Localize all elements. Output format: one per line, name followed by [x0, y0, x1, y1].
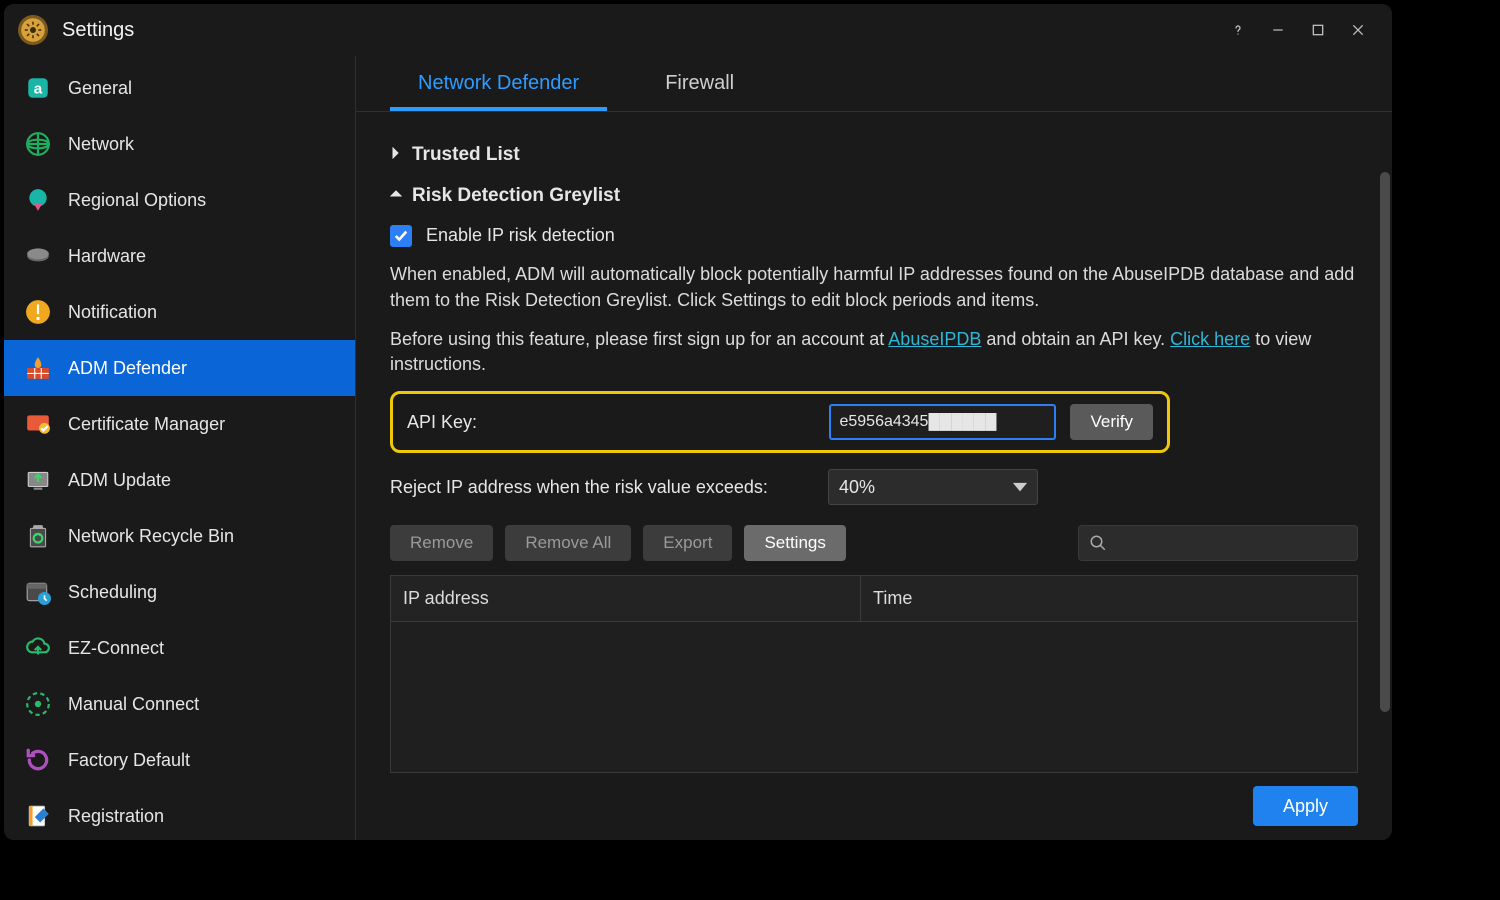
- sidebar-item-label: Notification: [68, 302, 157, 323]
- search-box[interactable]: [1078, 525, 1358, 561]
- section-risk-greylist[interactable]: Risk Detection Greylist: [390, 183, 1358, 210]
- scrollbar[interactable]: [1380, 172, 1390, 712]
- sidebar-item-label: Scheduling: [68, 582, 157, 603]
- verify-button[interactable]: Verify: [1070, 404, 1153, 440]
- sidebar-item-label: Certificate Manager: [68, 414, 225, 435]
- sidebar: a General Network Regional Options Hardw…: [4, 56, 356, 840]
- recycle-icon: [24, 522, 52, 550]
- close-button[interactable]: [1338, 14, 1378, 46]
- search-icon: [1089, 534, 1107, 552]
- sidebar-item-label: Manual Connect: [68, 694, 199, 715]
- update-icon: [24, 466, 52, 494]
- sidebar-item-label: ADM Defender: [68, 358, 187, 379]
- sidebar-item-scheduling[interactable]: Scheduling: [4, 564, 355, 620]
- sidebar-item-label: Registration: [68, 806, 164, 827]
- export-button[interactable]: Export: [643, 525, 732, 561]
- tab-bar: Network Defender Firewall: [356, 56, 1392, 112]
- sidebar-item-adm-update[interactable]: ADM Update: [4, 452, 355, 508]
- enable-risk-detection-checkbox[interactable]: [390, 225, 412, 247]
- globe-icon: [24, 130, 52, 158]
- api-key-row: API Key: Verify: [390, 391, 1170, 453]
- sidebar-item-general[interactable]: a General: [4, 60, 355, 116]
- sidebar-item-certificate[interactable]: Certificate Manager: [4, 396, 355, 452]
- sidebar-item-label: Network Recycle Bin: [68, 526, 234, 547]
- enable-risk-detection-label: Enable IP risk detection: [426, 223, 615, 248]
- reset-icon: [24, 746, 52, 774]
- api-key-input[interactable]: [829, 404, 1056, 440]
- sidebar-item-network[interactable]: Network: [4, 116, 355, 172]
- remove-button[interactable]: Remove: [390, 525, 493, 561]
- firewall-icon: [24, 354, 52, 382]
- cloud-icon: [24, 634, 52, 662]
- section-title: Risk Detection Greylist: [412, 183, 620, 210]
- abuseipdb-link[interactable]: AbuseIPDB: [888, 329, 981, 349]
- main-panel: Network Defender Firewall Trusted List R…: [356, 56, 1392, 840]
- sidebar-item-adm-defender[interactable]: ADM Defender: [4, 340, 355, 396]
- region-icon: [24, 186, 52, 214]
- svg-text:a: a: [34, 80, 43, 97]
- app-icon: [18, 15, 48, 45]
- table-empty-body: [391, 622, 1357, 772]
- sidebar-item-label: Regional Options: [68, 190, 206, 211]
- sidebar-item-label: Network: [68, 134, 134, 155]
- reject-threshold-value: 40%: [839, 475, 875, 500]
- sidebar-item-registration[interactable]: Registration: [4, 788, 355, 840]
- minimize-button[interactable]: [1258, 14, 1298, 46]
- sidebar-item-ez-connect[interactable]: EZ-Connect: [4, 620, 355, 676]
- sidebar-item-notification[interactable]: Notification: [4, 284, 355, 340]
- column-time[interactable]: Time: [861, 576, 1358, 622]
- column-ip[interactable]: IP address: [391, 576, 861, 622]
- sidebar-item-label: Hardware: [68, 246, 146, 267]
- settings-button[interactable]: Settings: [744, 525, 845, 561]
- chevron-down-icon: [1013, 480, 1027, 494]
- chevron-right-icon: [390, 147, 406, 163]
- chevron-down-icon: [390, 188, 406, 204]
- registration-icon: [24, 802, 52, 830]
- settings-window: Settings a General Network Regional Opti…: [4, 4, 1392, 840]
- greylist-table: IP address Time: [390, 575, 1358, 773]
- alert-icon: [24, 298, 52, 326]
- tab-firewall[interactable]: Firewall: [637, 58, 762, 111]
- sidebar-item-factory-default[interactable]: Factory Default: [4, 732, 355, 788]
- api-key-label: API Key:: [407, 410, 815, 435]
- sidebar-item-regional[interactable]: Regional Options: [4, 172, 355, 228]
- sidebar-item-manual-connect[interactable]: Manual Connect: [4, 676, 355, 732]
- sidebar-item-label: ADM Update: [68, 470, 171, 491]
- reject-threshold-select[interactable]: 40%: [828, 469, 1038, 505]
- remove-all-button[interactable]: Remove All: [505, 525, 631, 561]
- reject-threshold-label: Reject IP address when the risk value ex…: [390, 475, 814, 500]
- section-trusted-list[interactable]: Trusted List: [390, 142, 1358, 169]
- greylist-description-2: Before using this feature, please first …: [390, 327, 1358, 377]
- window-title: Settings: [62, 19, 134, 42]
- apply-button[interactable]: Apply: [1253, 786, 1358, 826]
- hardware-icon: [24, 242, 52, 270]
- content-area: Trusted List Risk Detection Greylist Ena…: [356, 112, 1392, 840]
- help-button[interactable]: [1218, 14, 1258, 46]
- instructions-link[interactable]: Click here: [1170, 329, 1250, 349]
- titlebar: Settings: [4, 4, 1392, 56]
- search-input[interactable]: [1115, 534, 1347, 552]
- general-icon: a: [24, 74, 52, 102]
- tab-network-defender[interactable]: Network Defender: [390, 58, 607, 111]
- sidebar-item-hardware[interactable]: Hardware: [4, 228, 355, 284]
- section-title: Trusted List: [412, 142, 520, 169]
- calendar-icon: [24, 578, 52, 606]
- greylist-description-1: When enabled, ADM will automatically blo…: [390, 262, 1358, 312]
- maximize-button[interactable]: [1298, 14, 1338, 46]
- sidebar-item-label: General: [68, 78, 132, 99]
- certificate-icon: [24, 410, 52, 438]
- sidebar-item-label: Factory Default: [68, 750, 190, 771]
- sidebar-item-label: EZ-Connect: [68, 638, 164, 659]
- sidebar-item-recycle-bin[interactable]: Network Recycle Bin: [4, 508, 355, 564]
- connect-icon: [24, 690, 52, 718]
